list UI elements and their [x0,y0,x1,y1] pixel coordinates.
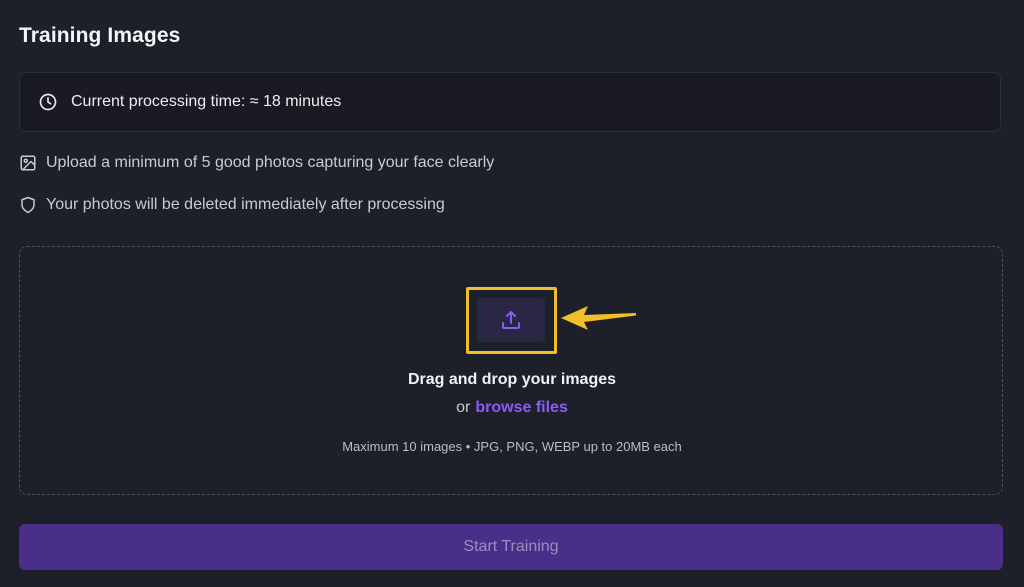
training-images-panel: Training Images Current processing time:… [0,0,1024,587]
annotation-arrow-icon [561,306,636,330]
browse-files-link[interactable]: browse files [475,399,567,416]
tip-text: Upload a minimum of 5 good photos captur… [46,154,495,171]
image-icon [19,154,37,172]
upload-limits-text: Maximum 10 images • JPG, PNG, WEBP up to… [342,439,682,454]
upload-icon [499,308,523,332]
processing-time-card: Current processing time: ≈ 18 minutes [19,72,1001,132]
or-text: or [456,399,471,416]
tip-privacy: Your photos will be deleted immediately … [19,196,445,214]
clock-icon [38,92,58,112]
shield-icon [19,196,37,214]
section-title: Training Images [19,24,181,47]
processing-time-text: Current processing time: ≈ 18 minutes [71,93,342,110]
tip-minimum-photos: Upload a minimum of 5 good photos captur… [19,154,494,172]
tip-text: Your photos will be deleted immediately … [46,196,445,213]
upload-button[interactable] [477,298,545,342]
start-training-button[interactable]: Start Training [19,524,1003,570]
dropzone-browse-line: or browse files [0,399,1024,417]
dropzone-title: Drag and drop your images [407,371,617,388]
